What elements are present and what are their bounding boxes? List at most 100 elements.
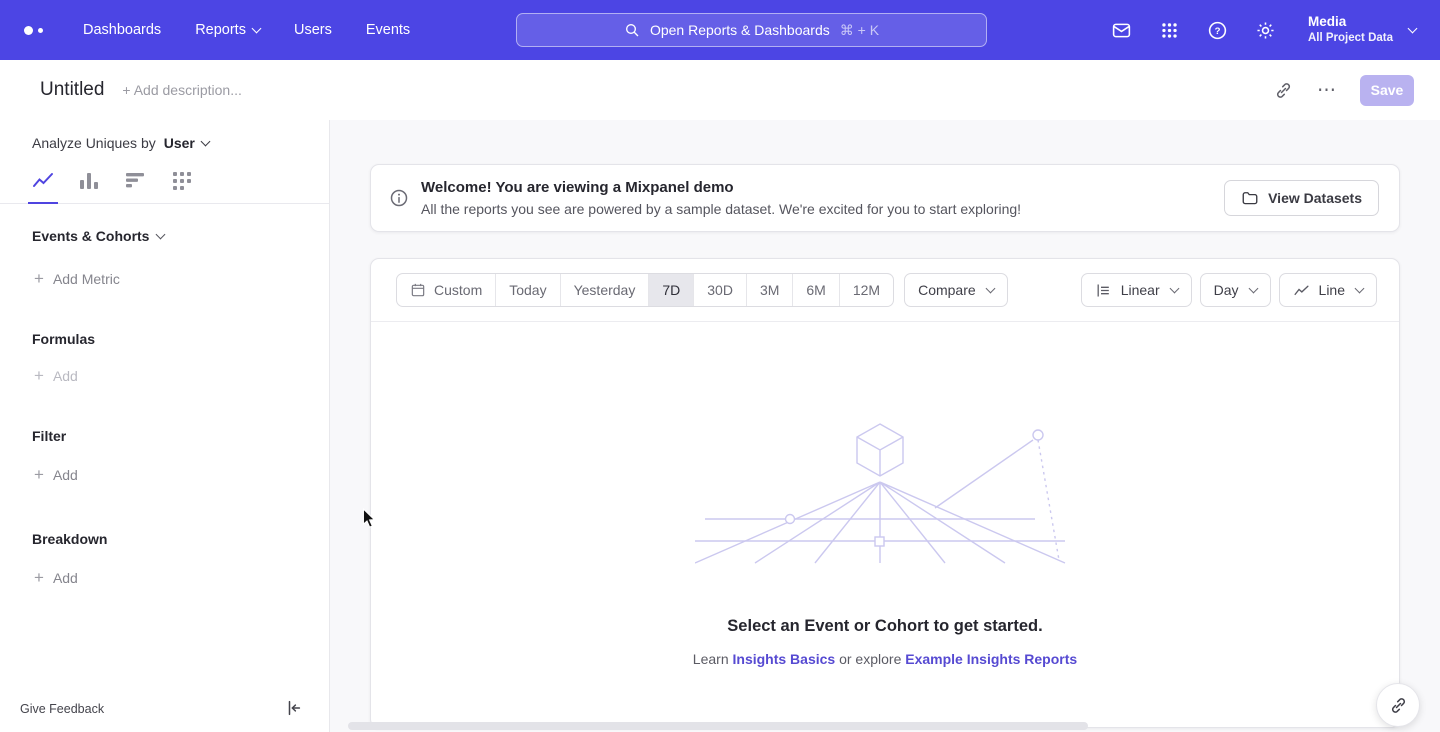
banner-title: Welcome! You are viewing a Mixpanel demo: [421, 179, 1021, 196]
date-range-30d[interactable]: 30D: [693, 274, 746, 306]
calendar-icon: [410, 282, 426, 298]
chevron-down-icon: [1355, 284, 1365, 294]
apps-grid-icon[interactable]: [1158, 19, 1180, 41]
main-content: Welcome! You are viewing a Mixpanel demo…: [330, 120, 1440, 732]
navbar-right: ? Media All Project Data: [1110, 14, 1416, 45]
project-subtitle: All Project Data: [1308, 31, 1393, 45]
analyze-by-value: User: [164, 135, 195, 151]
tab-line-chart[interactable]: [32, 169, 54, 191]
date-range-12m[interactable]: 12M: [839, 274, 893, 306]
chart-toolbar: Custom Today Yesterday 7D 30D 3M 6M 12M …: [371, 259, 1399, 322]
filter-section: Filter: [32, 428, 329, 444]
plus-icon: +: [34, 466, 44, 483]
analyze-label: Analyze Uniques by: [32, 135, 156, 151]
logo-dot: [24, 26, 33, 35]
date-range-custom[interactable]: Custom: [397, 274, 495, 306]
scale-dropdown[interactable]: Linear: [1081, 273, 1192, 307]
view-datasets-button[interactable]: View Datasets: [1224, 180, 1379, 216]
folder-icon: [1241, 189, 1259, 207]
global-search[interactable]: Open Reports & Dashboards ⌘ + K: [516, 13, 987, 47]
add-formula-button[interactable]: + Add: [34, 367, 329, 384]
add-filter-label: Add: [53, 467, 78, 483]
plus-icon: +: [34, 569, 44, 586]
tab-bar-chart[interactable]: [78, 169, 100, 191]
project-selector[interactable]: Media All Project Data: [1308, 14, 1416, 45]
date-range-label: 12M: [853, 282, 880, 298]
nav-item-label: Users: [294, 22, 332, 38]
mixpanel-logo[interactable]: [24, 26, 43, 35]
search-icon: [624, 22, 640, 38]
nav-items: Dashboards Reports Users Events: [83, 22, 410, 38]
nav-item-label: Reports: [195, 22, 246, 38]
middle-text: or explore: [839, 651, 901, 667]
empty-state-title: Select an Event or Cohort to get started…: [371, 617, 1399, 636]
logo-dot: [38, 28, 43, 33]
save-button[interactable]: Save: [1360, 75, 1414, 106]
events-cohorts-section[interactable]: Events & Cohorts: [32, 228, 329, 244]
analyze-by-dropdown[interactable]: User: [164, 135, 209, 151]
nav-item-label: Events: [366, 22, 410, 38]
share-link-button[interactable]: [1376, 683, 1420, 727]
chevron-down-icon: [1408, 23, 1418, 33]
date-range-label: Custom: [434, 282, 482, 298]
help-icon[interactable]: ?: [1206, 19, 1228, 41]
chevron-down-icon: [1169, 284, 1179, 294]
chevron-down-icon: [1248, 284, 1258, 294]
date-range-today[interactable]: Today: [495, 274, 559, 306]
learn-prefix: Learn: [693, 651, 729, 667]
chart-type-dropdown[interactable]: Line: [1279, 273, 1377, 307]
chevron-down-icon: [200, 136, 210, 146]
date-range-yesterday[interactable]: Yesterday: [560, 274, 649, 306]
nav-item-users[interactable]: Users: [294, 22, 332, 38]
header-actions: ⋯ Save: [1272, 75, 1414, 106]
plus-icon: +: [34, 367, 44, 384]
nav-item-dashboards[interactable]: Dashboards: [83, 22, 161, 38]
date-range-label: 3M: [760, 282, 779, 298]
messages-icon[interactable]: [1110, 19, 1132, 41]
collapse-sidebar-icon[interactable]: [285, 699, 305, 719]
date-range-label: 7D: [662, 282, 680, 298]
search-shortcut: ⌘ + K: [840, 22, 879, 39]
insights-basics-link[interactable]: Insights Basics: [733, 651, 836, 667]
banner-body: All the reports you see are powered by a…: [421, 201, 1021, 217]
wireframe-illustration: [695, 420, 1075, 570]
search-placeholder: Open Reports & Dashboards: [650, 22, 830, 38]
horizontal-scrollbar[interactable]: [348, 722, 1088, 730]
add-filter-button[interactable]: + Add: [34, 466, 329, 483]
more-options-icon[interactable]: ⋯: [1316, 79, 1338, 101]
welcome-banner: Welcome! You are viewing a Mixpanel demo…: [370, 164, 1400, 232]
query-builder-sidebar: Analyze Uniques by User Events & Cohorts: [0, 120, 330, 732]
add-metric-button[interactable]: + Add Metric: [34, 270, 329, 287]
copy-link-icon[interactable]: [1272, 79, 1294, 101]
section-label: Formulas: [32, 331, 95, 347]
report-title[interactable]: Untitled: [40, 79, 104, 101]
breakdown-section: Breakdown: [32, 531, 329, 547]
section-label: Breakdown: [32, 531, 107, 547]
nav-item-reports[interactable]: Reports: [195, 22, 260, 38]
example-reports-link[interactable]: Example Insights Reports: [905, 651, 1077, 667]
settings-gear-icon[interactable]: [1254, 19, 1276, 41]
tab-retention-grid[interactable]: [170, 169, 192, 191]
add-description[interactable]: + Add description...: [122, 82, 241, 98]
svg-text:?: ?: [1214, 26, 1220, 37]
interval-dropdown[interactable]: Day: [1200, 273, 1271, 307]
compare-dropdown[interactable]: Compare: [904, 273, 1008, 307]
formulas-section: Formulas: [32, 331, 329, 347]
chart-options: Linear Day Line: [1081, 273, 1377, 307]
chevron-down-icon: [252, 23, 262, 33]
date-range-6m[interactable]: 6M: [792, 274, 838, 306]
date-range-7d[interactable]: 7D: [648, 274, 693, 306]
give-feedback-link[interactable]: Give Feedback: [20, 702, 104, 716]
date-range-3m[interactable]: 3M: [746, 274, 792, 306]
add-breakdown-label: Add: [53, 570, 78, 586]
nav-item-events[interactable]: Events: [366, 22, 410, 38]
nav-item-label: Dashboards: [83, 22, 161, 38]
interval-label: Day: [1214, 282, 1239, 298]
chart-type-label: Line: [1319, 282, 1345, 298]
tab-funnel[interactable]: [124, 169, 146, 191]
add-breakdown-button[interactable]: + Add: [34, 569, 329, 586]
report-header: Untitled + Add description... ⋯ Save: [0, 60, 1440, 120]
link-icon: [1389, 696, 1408, 715]
date-range-control: Custom Today Yesterday 7D 30D 3M 6M 12M: [396, 273, 894, 307]
visualization-tabs: [0, 169, 329, 204]
